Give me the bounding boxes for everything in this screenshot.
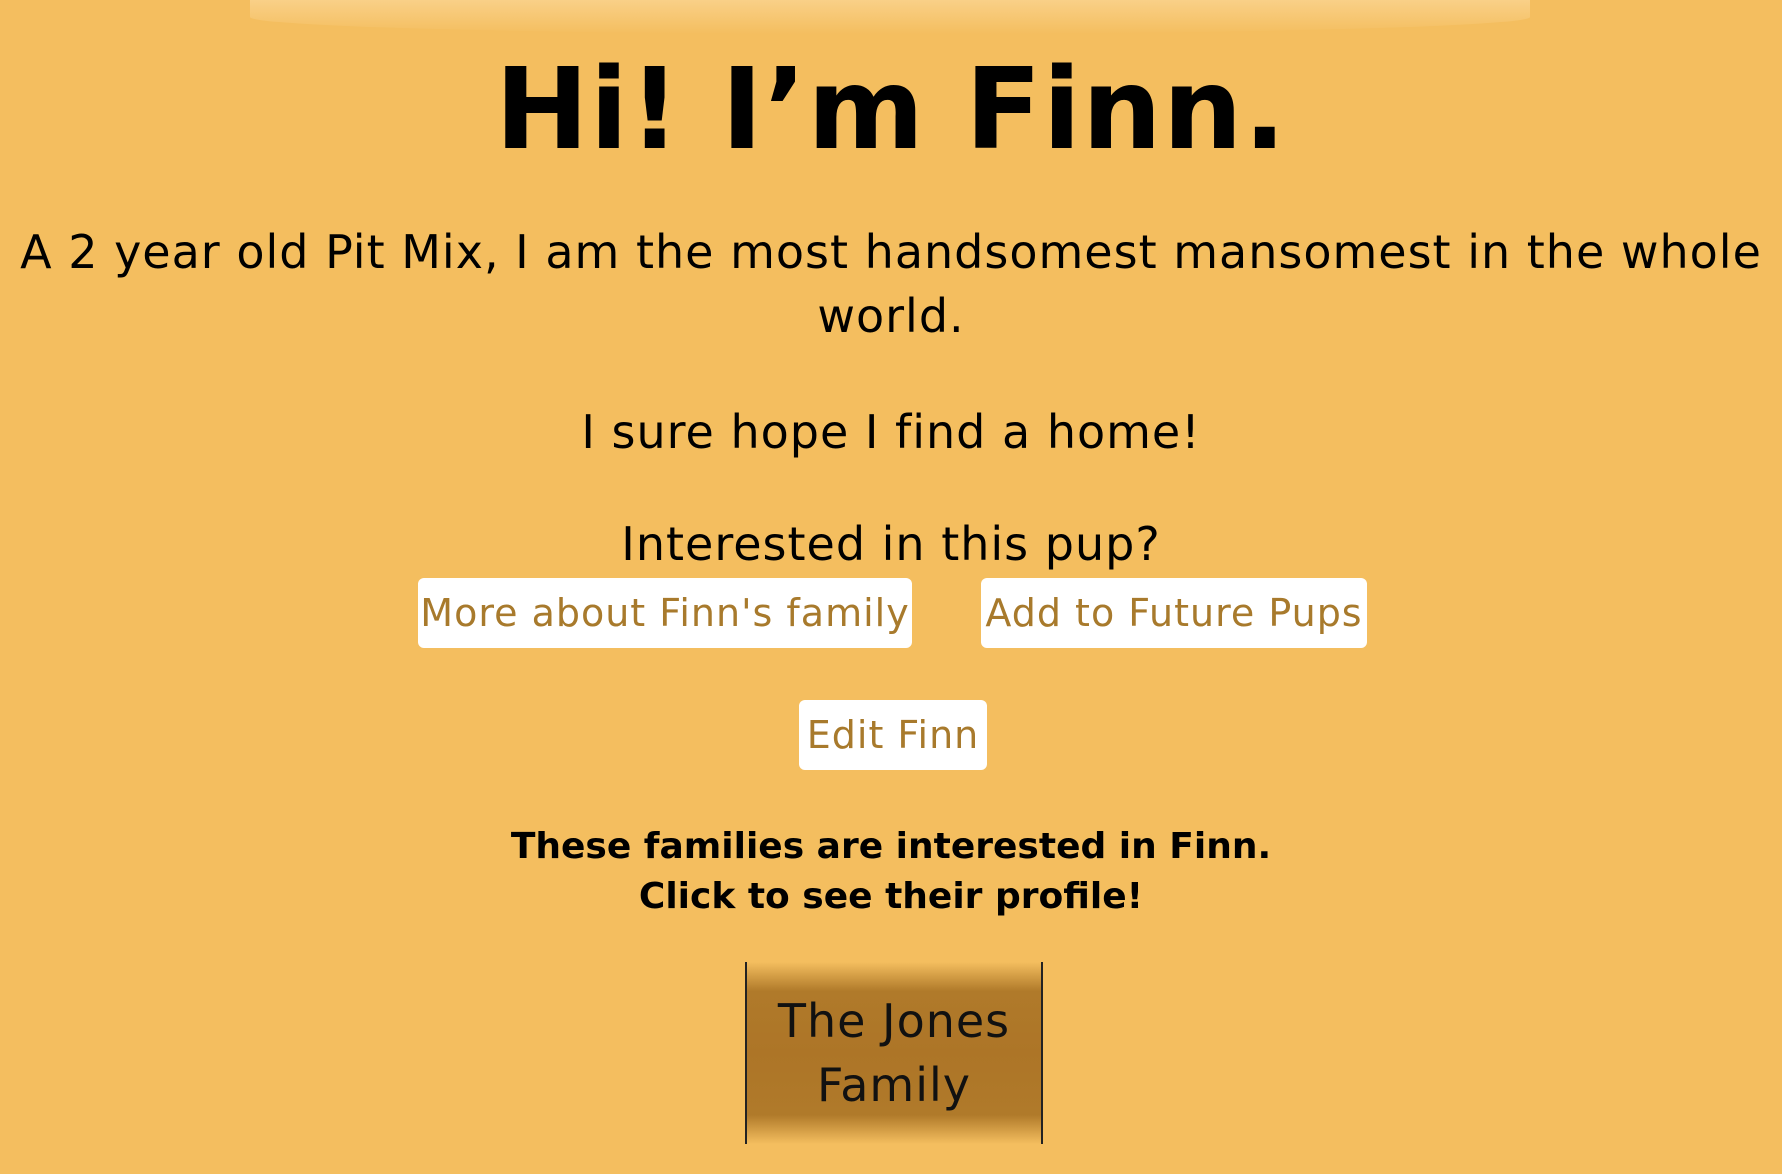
pup-hope-text: I sure hope I find a home! — [581, 405, 1201, 459]
interested-families-note-line2: Click to see their profile! — [638, 876, 1144, 917]
edit-pup-button[interactable]: Edit Finn — [799, 700, 987, 770]
add-to-future-pups-button[interactable]: Add to Future Pups — [981, 578, 1367, 648]
more-about-family-button[interactable]: More about Finn's family — [418, 578, 912, 648]
page-title: Hi! I’m Finn. — [494, 45, 1288, 175]
family-card-name: The Jones Family — [778, 989, 1010, 1117]
pup-description: A 2 year old Pit Mix, I am the most hand… — [20, 225, 1762, 343]
family-card-jones[interactable]: The Jones Family — [745, 962, 1043, 1144]
interested-prompt: Interested in this pup? — [621, 517, 1161, 571]
interested-families-note: These families are interested in Finn. C… — [0, 822, 1782, 922]
family-card-name-line1: The Jones — [777, 994, 1011, 1048]
interested-families-note-line1: These families are interested in Finn. — [510, 826, 1272, 867]
pup-profile-page: Hi! I’m Finn. A 2 year old Pit Mix, I am… — [0, 0, 1782, 1174]
family-card-name-line2: Family — [816, 1058, 972, 1112]
